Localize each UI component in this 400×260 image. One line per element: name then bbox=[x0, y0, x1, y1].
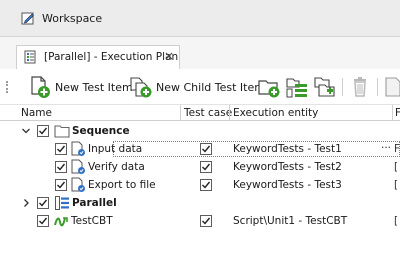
new-subfolder-button[interactable] bbox=[313, 75, 337, 99]
execution-plan-icon bbox=[24, 50, 36, 64]
more-button[interactable] bbox=[383, 75, 400, 99]
column-header-name[interactable]: Name bbox=[21, 107, 52, 119]
test-case-checkbox[interactable] bbox=[200, 179, 212, 191]
column-divider[interactable] bbox=[180, 105, 181, 121]
tree-row-export-to-file[interactable]: Export to file KeywordTests - Test3 [ bbox=[0, 176, 400, 194]
row-execution-entity: KeywordTests - Test3 bbox=[233, 179, 342, 191]
keyword-test-icon bbox=[71, 141, 85, 156]
row-name: TestCBT bbox=[71, 215, 113, 227]
toolbar-separator bbox=[342, 78, 343, 96]
tab-execution-plan[interactable]: [Parallel] - Execution Plan × bbox=[16, 45, 180, 69]
delete-icon bbox=[354, 77, 366, 97]
test-case-checkbox[interactable] bbox=[200, 161, 212, 173]
new-group-button[interactable] bbox=[285, 75, 309, 99]
row-checkbox[interactable] bbox=[37, 125, 49, 137]
window-title: Workspace bbox=[42, 12, 103, 25]
row-extra: [ bbox=[394, 179, 399, 191]
tree-row-sequence[interactable]: Sequence bbox=[0, 122, 400, 140]
new-child-test-item-icon bbox=[130, 77, 152, 98]
row-execution-entity: Script\Unit1 - TestCBT bbox=[233, 215, 348, 227]
row-name: Export to file bbox=[88, 179, 156, 191]
document-icon bbox=[385, 77, 400, 97]
row-extra: F bbox=[394, 143, 400, 155]
tab-strip: [Parallel] - Execution Plan × bbox=[0, 37, 400, 69]
row-name: Verify data bbox=[88, 161, 145, 173]
column-header-execution-entity[interactable]: Execution entity bbox=[233, 107, 318, 119]
tree-row-verify-data[interactable]: Verify data KeywordTests - Test2 [ bbox=[0, 158, 400, 176]
keyword-test-icon bbox=[71, 159, 85, 174]
new-child-test-item-label: New Child Test Item bbox=[156, 80, 265, 94]
new-subfolder-icon bbox=[314, 77, 335, 97]
new-test-item-button[interactable]: New Test Item bbox=[28, 75, 133, 99]
new-test-item-label: New Test Item bbox=[55, 80, 133, 94]
chevron-down-icon[interactable] bbox=[21, 125, 31, 137]
row-name: Input data bbox=[88, 143, 143, 155]
tree-row-testcbt[interactable]: TestCBT Script\Unit1 - TestCBT [ bbox=[0, 212, 400, 230]
folder-icon bbox=[54, 125, 70, 138]
toolbar-grip[interactable] bbox=[6, 81, 8, 93]
tree-row-parallel[interactable]: Parallel bbox=[0, 194, 400, 212]
row-extra: [ bbox=[394, 161, 399, 173]
new-group-icon bbox=[286, 78, 307, 98]
grid-header: Name Test case Execution entity F bbox=[0, 105, 400, 121]
test-case-checkbox[interactable] bbox=[200, 143, 212, 155]
ellipsis-button[interactable]: ··· bbox=[381, 142, 391, 154]
column-divider[interactable] bbox=[229, 105, 230, 121]
script-routine-icon bbox=[54, 217, 68, 227]
column-header-extra[interactable]: F bbox=[395, 107, 400, 119]
test-case-checkbox[interactable] bbox=[200, 215, 212, 227]
tab-close-button[interactable]: × bbox=[164, 49, 174, 63]
row-execution-entity: KeywordTests - Test1 bbox=[233, 143, 342, 155]
row-checkbox[interactable] bbox=[55, 161, 67, 173]
parallel-group-icon bbox=[55, 196, 69, 210]
row-checkbox[interactable] bbox=[37, 215, 49, 227]
new-folder-button[interactable] bbox=[257, 75, 281, 99]
row-name: Parallel bbox=[72, 197, 117, 209]
new-folder-icon bbox=[258, 80, 280, 98]
title-bar: Workspace bbox=[0, 0, 400, 37]
column-divider[interactable] bbox=[392, 105, 393, 121]
row-execution-entity: KeywordTests - Test2 bbox=[233, 161, 342, 173]
new-child-test-item-button[interactable]: New Child Test Item bbox=[129, 75, 265, 99]
delete-button[interactable] bbox=[348, 75, 372, 99]
toolbar-separator bbox=[377, 78, 378, 96]
row-checkbox[interactable] bbox=[37, 197, 49, 209]
row-extra: [ bbox=[394, 215, 399, 227]
row-checkbox[interactable] bbox=[55, 143, 67, 155]
row-name: Sequence bbox=[72, 125, 130, 137]
column-header-test-case[interactable]: Test case bbox=[184, 107, 232, 119]
new-test-item-icon bbox=[31, 76, 50, 98]
workspace-icon bbox=[21, 12, 34, 25]
tab-label: [Parallel] - Execution Plan bbox=[44, 51, 179, 63]
toolbar: New Test Item New Child Test Item bbox=[0, 69, 400, 105]
row-checkbox[interactable] bbox=[55, 179, 67, 191]
tree-row-input-data[interactable]: Input data KeywordTests - Test1 ··· F bbox=[0, 140, 400, 158]
execution-plan-grid: Name Test case Execution entity F Sequen… bbox=[0, 105, 400, 260]
keyword-test-icon bbox=[71, 177, 85, 192]
chevron-right-icon[interactable] bbox=[21, 197, 31, 209]
